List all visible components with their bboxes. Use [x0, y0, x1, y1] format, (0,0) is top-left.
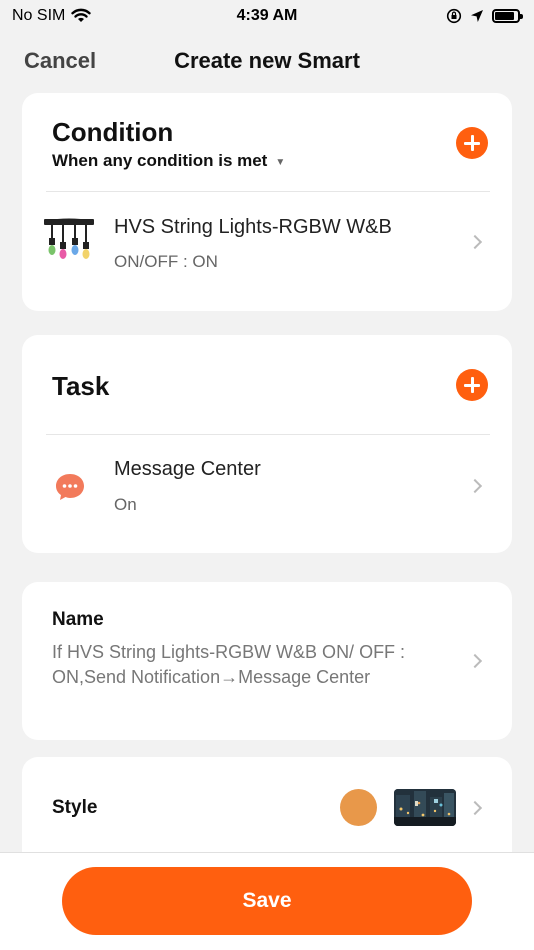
page-title: Create new Smart [174, 48, 360, 73]
carrier-label: No SIM [12, 7, 66, 24]
condition-title: Condition [52, 117, 174, 147]
location-arrow-icon [471, 10, 483, 22]
style-card[interactable]: Style [22, 757, 512, 867]
bottom-bar: Save [0, 852, 534, 950]
battery-icon [492, 9, 523, 23]
add-task-button[interactable] [456, 369, 488, 401]
message-center-icon [56, 474, 84, 500]
status-right [446, 8, 523, 24]
chevron-down-icon: ▼ [275, 156, 286, 168]
condition-mode-selector[interactable]: When any condition is met ▼ [52, 151, 285, 171]
background-image-icon [394, 789, 456, 826]
nav-bar: Cancel Create new Smart [0, 40, 534, 84]
string-lights-icon [44, 218, 94, 259]
style-color-swatch[interactable] [340, 789, 377, 826]
style-label: Style [52, 797, 98, 818]
task-item-subtitle: On [114, 495, 137, 514]
style-background-thumbnail[interactable] [394, 789, 456, 826]
chevron-right-icon [467, 478, 483, 494]
chevron-right-icon [467, 653, 483, 669]
name-value: If HVS String Lights-RGBW W&B ON/ OFF : … [52, 642, 406, 687]
name-card[interactable]: Name If HVS String Lights-RGBW W&B ON/ O… [22, 582, 512, 740]
chevron-right-icon [467, 800, 483, 816]
add-condition-button[interactable] [456, 127, 488, 159]
task-title: Task [52, 371, 110, 401]
condition-item[interactable]: HVS String Lights-RGBW W&B ON/OFF : ON [22, 192, 512, 311]
task-item[interactable]: Message Center On [22, 435, 512, 553]
condition-card: Condition When any condition is met ▼ HV… [22, 93, 512, 311]
orientation-lock-icon [446, 8, 462, 24]
save-button[interactable]: Save [62, 867, 472, 935]
status-bar: No SIM 4:39 AM [0, 0, 534, 32]
condition-item-title: HVS String Lights-RGBW W&B [114, 216, 392, 238]
wifi-icon [71, 8, 92, 22]
condition-item-subtitle: ON/OFF : ON [114, 252, 218, 271]
status-left: No SIM [12, 7, 92, 25]
chevron-right-icon [467, 234, 483, 250]
condition-mode-label: When any condition is met [52, 151, 268, 170]
name-label: Name [52, 609, 104, 630]
task-item-title: Message Center [114, 458, 261, 480]
task-card: Task Message Center On [22, 335, 512, 553]
